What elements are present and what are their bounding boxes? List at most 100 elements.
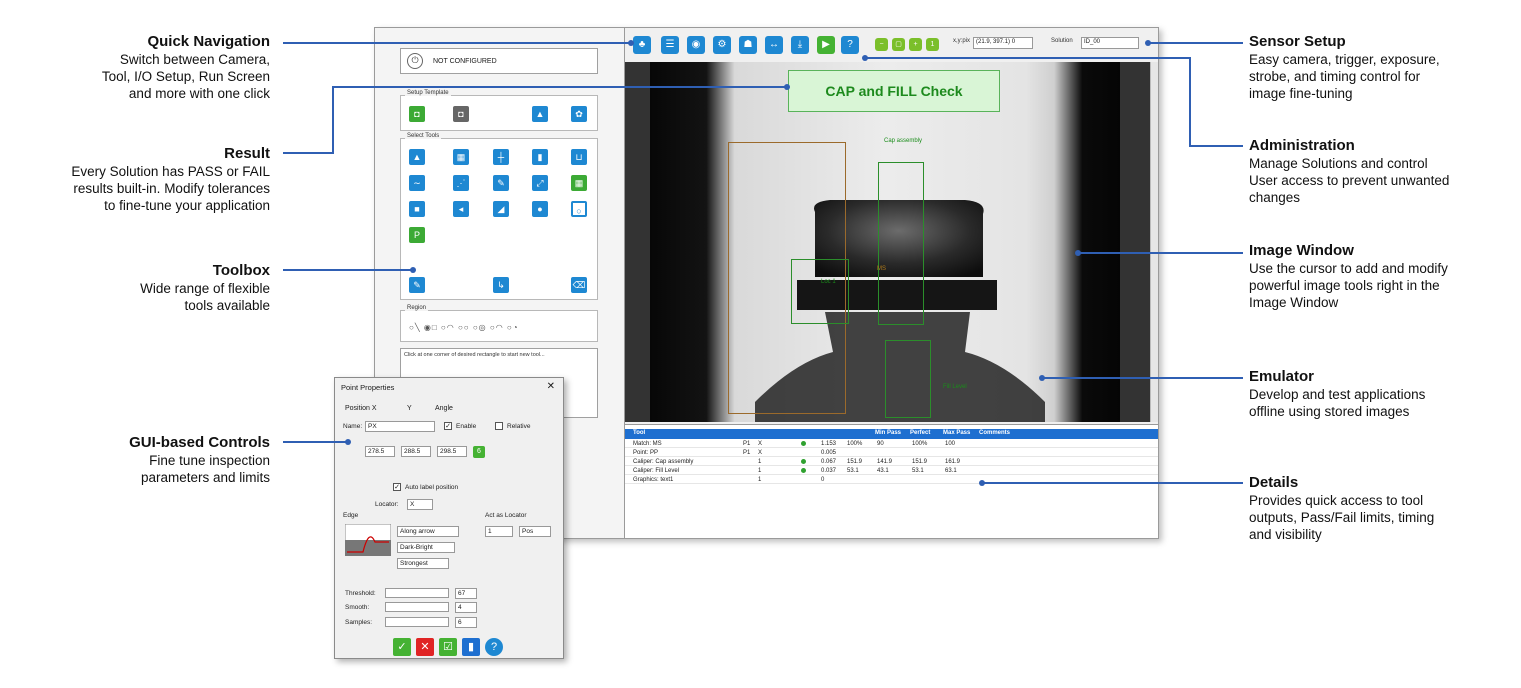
cancel-button[interactable]: ✕: [416, 638, 434, 656]
annotation-image-window: Image Window Use the cursor to add and m…: [1249, 242, 1514, 311]
smooth-slider[interactable]: [385, 602, 449, 612]
annotation-line: powerful image tools right in the: [1249, 278, 1440, 293]
eraser-tool-icon[interactable]: ⌫: [571, 277, 587, 293]
pos-max-field[interactable]: 298.5: [437, 446, 467, 457]
pos-perfect-field[interactable]: 288.5: [401, 446, 431, 457]
table-row[interactable]: Caliper: Fill Level 1 0.037 53.1 43.1 53.1 63.…: [625, 467, 1158, 475]
connector-result-top: [332, 86, 787, 88]
connector-emulator: [1042, 377, 1243, 379]
image-window[interactable]: CAP and FILL Check Cap assembly MS Loc 1…: [625, 62, 1158, 422]
header-max-pass: Max Pass: [943, 430, 971, 436]
table-cell: 1: [758, 477, 762, 483]
io-setup-icon[interactable]: ☗: [739, 36, 757, 54]
connector-toolbox: [283, 269, 413, 271]
pos-status-icon: 6: [473, 446, 485, 458]
pos-min-field[interactable]: 278.5: [365, 446, 395, 457]
edge-label: Edge: [343, 512, 359, 519]
grid-tool-icon[interactable]: ▦: [571, 175, 587, 191]
point-properties-dialog: Point Properties ✕ Position X Y Angle Na…: [334, 377, 564, 659]
palette-icon[interactable]: ✿: [571, 106, 587, 122]
intensity-tool-icon[interactable]: ▮: [532, 149, 548, 165]
samples-slider[interactable]: [385, 617, 449, 627]
act-select[interactable]: 1: [485, 526, 513, 537]
book-button[interactable]: ▮: [462, 638, 480, 656]
settings-icon[interactable]: ⚙: [713, 36, 731, 54]
edge-profile-graph: [345, 524, 391, 556]
link-icon[interactable]: ↔: [765, 36, 783, 54]
region-shape-options[interactable]: ○╲ ◉□ ○◠ ○○ ○◎ ○◠ ○◔: [409, 323, 519, 332]
pencil-tool-icon[interactable]: ✎: [493, 175, 509, 191]
edge-tool-icon[interactable]: ⤢: [532, 175, 548, 191]
relative-checkbox[interactable]: [495, 422, 503, 430]
locator-label: Locator:: [375, 501, 399, 508]
samples-value[interactable]: 6: [455, 617, 477, 628]
camera-nav-icon[interactable]: ♣: [633, 36, 651, 54]
zoom-in-icon[interactable]: +: [909, 38, 922, 51]
solution-value: ID_00: [1081, 37, 1139, 49]
enable-label: Enable: [456, 423, 477, 430]
dark-bright-select[interactable]: Dark-Bright: [397, 542, 455, 553]
help-button[interactable]: ?: [485, 638, 503, 656]
tab-angle[interactable]: Angle: [435, 405, 453, 412]
run-icon[interactable]: ▶: [817, 36, 835, 54]
caliper-tool-icon[interactable]: ┼: [493, 149, 509, 165]
rect-tool-icon[interactable]: ■: [409, 201, 425, 217]
image-scrollbar[interactable]: [1150, 62, 1158, 422]
table-row[interactable]: Match: MS P1 X 1.153 100% 90 100% 100: [625, 440, 1158, 448]
threshold-slider[interactable]: [385, 588, 449, 598]
loc-box[interactable]: [791, 259, 849, 324]
enable-checkbox[interactable]: ✓: [444, 422, 452, 430]
power-icon[interactable]: ⏻: [407, 53, 423, 69]
along-arrow-select[interactable]: Along arrow: [397, 526, 459, 537]
connector-sensor: [1148, 42, 1243, 44]
locator-select[interactable]: X: [407, 499, 433, 510]
annotation-title: Result: [224, 145, 270, 162]
strongest-select[interactable]: Strongest: [397, 558, 449, 569]
chart-tool-icon[interactable]: ⋰: [453, 175, 469, 191]
ok-button[interactable]: ✓: [393, 638, 411, 656]
locate-tool-icon[interactable]: ▲: [409, 149, 425, 165]
zoom-fit-icon[interactable]: ▢: [892, 38, 905, 51]
apply-button[interactable]: ☑: [439, 638, 457, 656]
threshold-value[interactable]: 67: [455, 588, 477, 599]
edit-tool-icon[interactable]: ✎: [409, 277, 425, 293]
pass-tool-icon[interactable]: P: [409, 227, 425, 243]
smooth-label: Smooth:: [345, 604, 370, 611]
fill-caliper-box[interactable]: [885, 340, 931, 418]
new-solution-icon[interactable]: ▲: [532, 106, 548, 122]
cap-caliper-box[interactable]: [878, 162, 924, 325]
table-row[interactable]: Point: PP P1 X 0.005: [625, 449, 1158, 457]
help-icon[interactable]: ?: [841, 36, 859, 54]
connector-dot: [410, 267, 416, 273]
annotation-quick-navigation: Quick Navigation Switch between Camera, …: [5, 33, 270, 102]
table-cell: 0.005: [821, 450, 837, 456]
smooth-value[interactable]: 4: [455, 602, 477, 613]
table-row[interactable]: Caliper: Cap assembly 1 0.067 151.9 141.9 151…: [625, 458, 1158, 466]
tool-list-icon[interactable]: ☰: [661, 36, 679, 54]
blob-tool-icon[interactable]: ▦: [453, 149, 469, 165]
ring-tool-icon[interactable]: ○: [571, 201, 587, 217]
annotation-line: results built-in. Modify tolerances: [73, 181, 270, 196]
zoom-actual-icon[interactable]: 1: [926, 38, 939, 51]
graph-tool-icon[interactable]: ∼: [409, 175, 425, 191]
circle-tool-icon[interactable]: ●: [532, 201, 548, 217]
zoom-out-icon[interactable]: −: [875, 38, 888, 51]
view-icon[interactable]: ◉: [687, 36, 705, 54]
setup-template-group: Setup Template ◘ ◘ ▲ ✿: [400, 90, 598, 131]
download-icon[interactable]: ⤓: [791, 36, 809, 54]
annotation-gui-controls: GUI-based Controls Fine tune inspection …: [5, 434, 270, 486]
camera-icon[interactable]: ◘: [453, 106, 469, 122]
arrow-tool-icon[interactable]: ◂: [453, 201, 469, 217]
close-icon[interactable]: ✕: [547, 381, 555, 392]
axis-tool-icon[interactable]: ↳: [493, 277, 509, 293]
annotation-line: image fine-tuning: [1249, 86, 1353, 101]
pos-select[interactable]: Pos: [519, 526, 551, 537]
measure-tool-icon[interactable]: ⊔: [571, 149, 587, 165]
tab-y[interactable]: Y: [407, 405, 412, 412]
shape-tool-icon[interactable]: ◢: [493, 201, 509, 217]
camera-add-icon[interactable]: ◘: [409, 106, 425, 122]
connector-result-v: [332, 86, 334, 154]
auto-label-checkbox[interactable]: ✓: [393, 483, 401, 491]
tab-position-x[interactable]: Position X: [345, 405, 377, 412]
name-field[interactable]: PX: [365, 421, 435, 432]
